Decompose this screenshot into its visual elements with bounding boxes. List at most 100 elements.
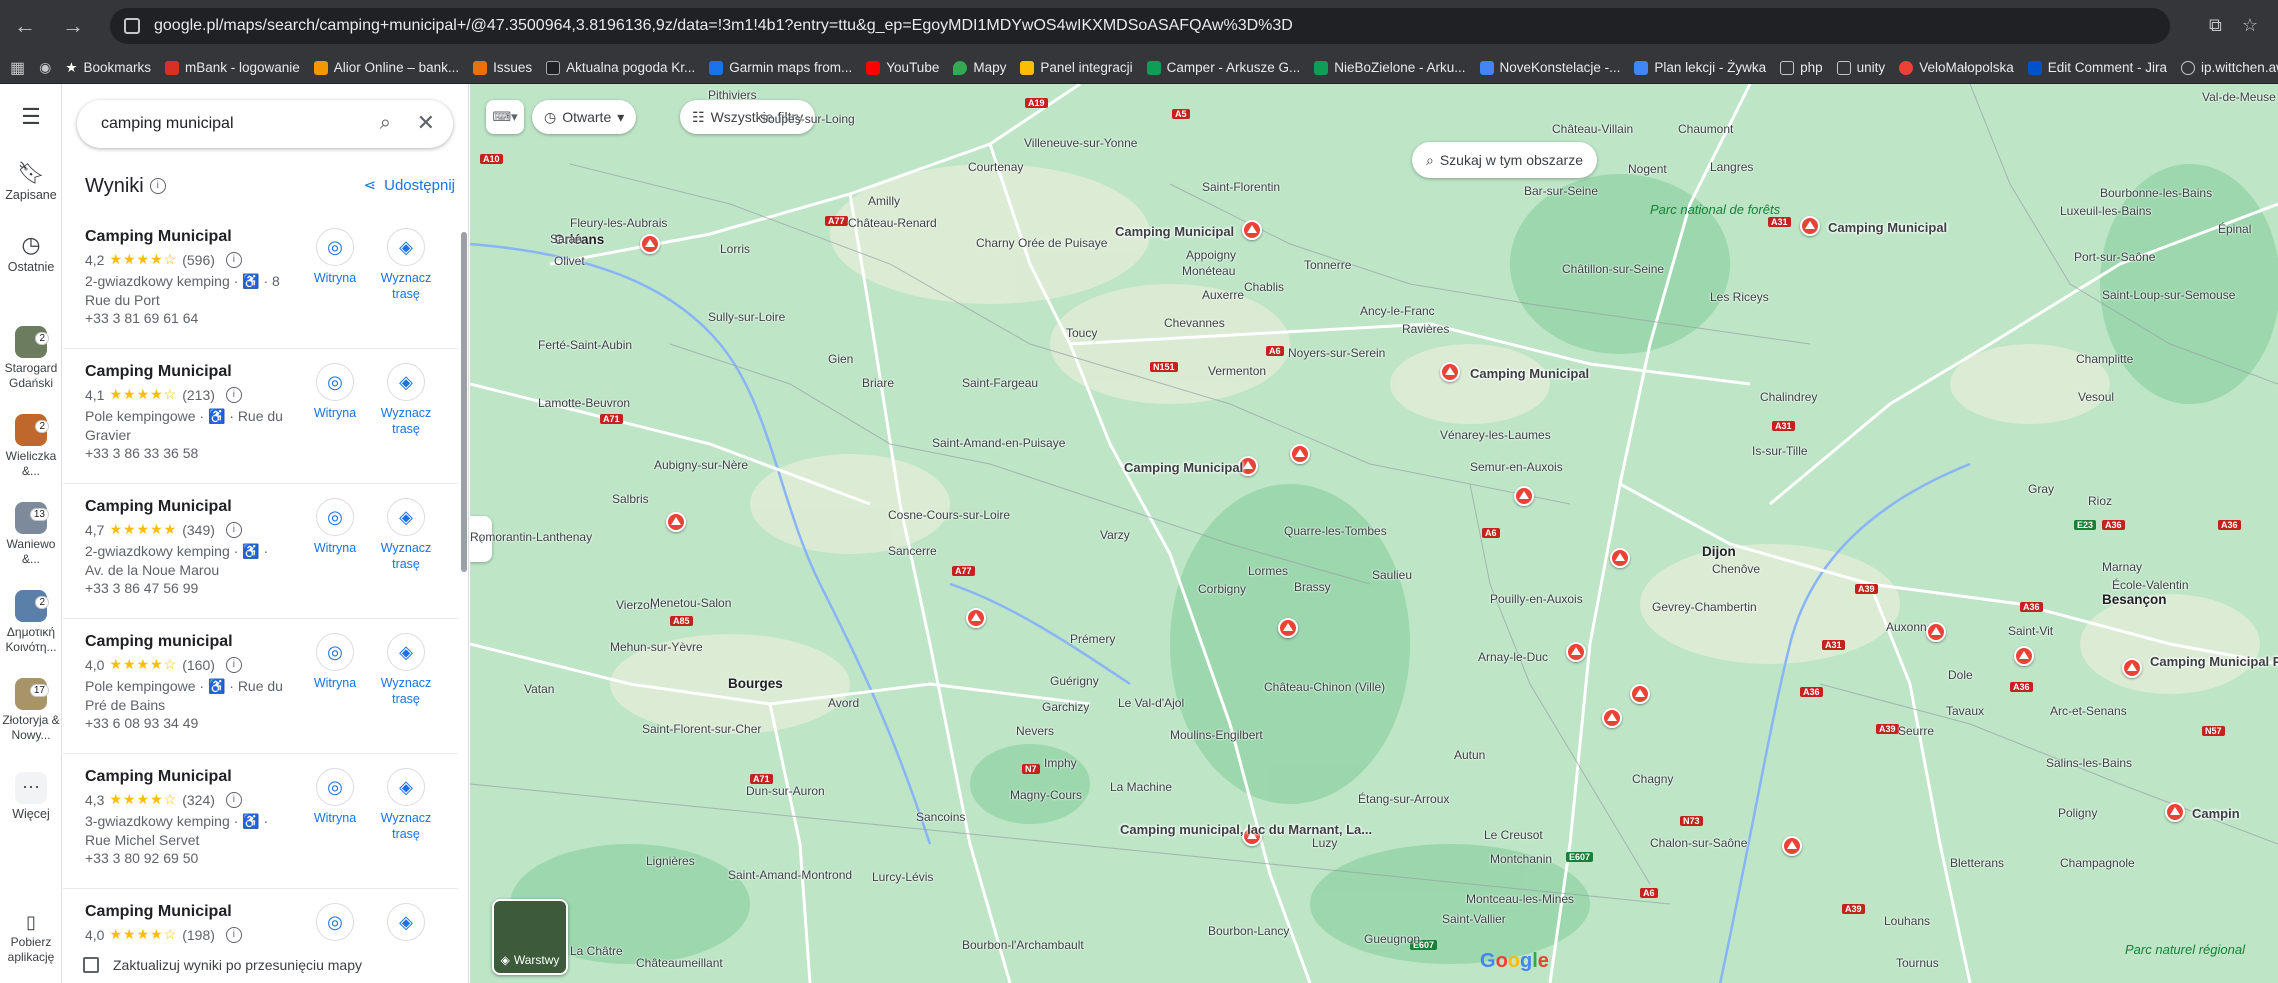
campsite-pin[interactable] [1926,622,1946,642]
result-item[interactable]: Camping Municipal 4,1 ★★★★☆ (213) i Pole kemp… [63,349,458,484]
result-name[interactable]: Camping Municipal [85,768,232,786]
campsite-pin[interactable] [966,608,986,628]
info-icon[interactable]: i [225,251,242,268]
result-name[interactable]: Camping Municipal [85,228,232,246]
recent-place-1[interactable]: 2 Starogard Gdański [0,326,62,391]
menu-icon[interactable]: ☰ [0,104,62,132]
bookmark-item[interactable]: Mapy [953,60,1006,75]
bookmark-item[interactable]: ★ Bookmarks [65,60,151,76]
bookmark-item[interactable]: Camper - Arkusze G... [1146,60,1300,75]
result-rating: 4,3 ★★★★☆ (324) i [85,791,242,808]
campsite-pin[interactable] [1800,216,1820,236]
info-icon[interactable]: i [149,178,166,194]
campsite-pin[interactable] [666,512,686,532]
info-icon[interactable]: i [225,926,242,943]
forward-icon[interactable]: → [56,9,90,43]
campsite-pin[interactable] [2165,802,2185,822]
bookmark-folder[interactable]: php [1780,60,1823,75]
campsite-pin[interactable] [1514,486,1534,506]
campsite-pin[interactable] [1630,684,1650,704]
install-app-icon[interactable]: ⧉ [2209,15,2222,36]
directions-button[interactable]: ◈Wyznacz trasę [376,363,436,437]
city-label: Charny Orée de Puisaye [976,236,1108,250]
bookmark-item[interactable]: Plan lekcji - Żywka [1634,60,1766,75]
result-item[interactable]: Camping Municipal 4,3 ★★★★☆ (324) i 3-gwiazdk… [63,754,458,889]
directions-button[interactable]: ◈Wyznacz trasę [376,633,436,707]
bookmark-item[interactable]: Garmin maps from... [709,60,852,75]
share-button[interactable]: ⋖ Udostępnij [364,176,455,195]
campsite-pin[interactable] [1610,548,1630,568]
campsite-pin[interactable] [1278,618,1298,638]
recent-place-4[interactable]: 2 Δημοτική Κοινότη... [0,590,62,655]
layers-button[interactable]: ◈ Warstwy [492,899,568,975]
recent-place-3[interactable]: 13 Waniewo &... [0,502,62,567]
search-this-area-button[interactable]: ⌕ Szukaj w tym obszarze [1412,142,1598,178]
keyboard-shortcuts-button[interactable]: ⌨▾ [486,100,524,134]
bookmark-item[interactable]: Aktualna pogoda Kr... [546,60,695,75]
bookmark-item[interactable]: Panel integracji [1020,60,1133,75]
bookmark-item[interactable]: mBank - logowanie [164,60,300,75]
info-icon[interactable]: i [225,521,242,538]
apps-icon[interactable]: ▦ [10,58,25,78]
bookmark-star-icon[interactable]: ☆ [2242,15,2258,36]
saved-button[interactable]: 🔖︎ Zapisane [0,160,62,202]
campsite-pin[interactable] [1440,362,1460,382]
campsite-pin[interactable] [1566,642,1586,662]
bookmark-item[interactable]: Alior Online – bank... [313,60,459,75]
update-checkbox[interactable] [83,957,99,973]
close-icon[interactable]: ✕ [417,110,435,136]
campsite-pin[interactable] [2014,646,2034,666]
search-input[interactable] [101,115,351,133]
result-item[interactable]: Camping Municipal 4,7 ★★★★★ (349) i 2-gwiazdk… [63,484,458,619]
website-button[interactable]: ◎Witryna [305,363,365,421]
bookmark-item[interactable]: NieBoZielone - Arku... [1314,60,1466,75]
recent-place-2[interactable]: 2 Wieliczka &... [0,414,62,479]
result-name[interactable]: Camping municipal [85,633,233,651]
bookmark-folder[interactable]: unity [1836,60,1885,75]
directions-button[interactable]: ◈Wyznacz trasę [376,768,436,842]
city-label: Dijon [1702,544,1736,559]
site-info-icon[interactable] [124,18,140,34]
result-item[interactable]: Camping Municipal 4,2 ★★★★☆ (596) i 2-gwiazdk… [63,214,458,349]
bookmark-item[interactable]: Issues [473,60,532,75]
back-icon[interactable]: ← [8,9,42,43]
search-icon[interactable]: ⌕ [380,112,391,135]
chrome-icon[interactable]: ◉ [39,59,51,76]
website-button[interactable]: ◎Witryna [305,768,365,826]
directions-button[interactable]: ◈Wyznacz trasę [376,498,436,572]
result-name[interactable]: Camping Municipal [85,363,232,381]
update-results-toggle[interactable]: Zaktualizuj wyniki po przesunięciu mapy [63,947,458,983]
campsite-pin[interactable] [1602,708,1622,728]
directions-button[interactable]: ◈Wyznacz trasę [376,228,436,302]
search-box[interactable]: ⌕ ✕ [77,100,453,148]
bookmark-item[interactable]: ip.wittchen.awoznia... [2181,60,2278,75]
website-button[interactable]: ◎Witryna [305,498,365,556]
bookmark-item[interactable]: Edit Comment - Jira [2027,60,2167,75]
bookmark-item[interactable]: VeloMałopolska [1899,60,2014,75]
campsite-pin[interactable] [1242,220,1262,240]
bookmark-item[interactable]: NoveKonstelacje -... [1479,60,1620,75]
info-icon[interactable]: i [225,386,242,403]
recent-place-5[interactable]: 17 Złotoryja & Nowy... [0,678,62,743]
map-canvas[interactable]: ‹ ⌨▾ ◷ Otwarte ▾ ☷ Wszystkie filtry ⌕ Sz… [470,84,2278,983]
results-scrollbar[interactable] [461,232,467,572]
result-item[interactable]: Camping municipal 4,0 ★★★★☆ (160) i Pole kemp… [63,619,458,754]
campsite-pin[interactable] [1782,836,1802,856]
get-app-button[interactable]: ▯ Pobierz aplikację [0,912,62,965]
info-icon[interactable]: i [225,791,242,808]
bookmark-item[interactable]: YouTube [866,60,939,75]
campsite-pin[interactable] [1290,444,1310,464]
campsite-pin[interactable] [640,234,660,254]
address-bar[interactable]: google.pl/maps/search/camping+municipal+… [110,8,2170,44]
result-name[interactable]: Camping Municipal [85,498,232,516]
more-button[interactable]: ··· Więcej [0,772,62,821]
info-icon[interactable]: i [225,656,242,673]
open-now-chip[interactable]: ◷ Otwarte ▾ [532,100,637,134]
website-button[interactable]: ◎Witryna [305,633,365,691]
campsite-pin[interactable] [2122,658,2142,678]
result-rating: 4,0 ★★★★☆ (160) i [85,656,242,673]
result-name[interactable]: Camping Municipal [85,903,232,921]
website-button[interactable]: ◎Witryna [305,228,365,286]
rating-stars: ★★★★☆ [109,251,178,267]
recent-button[interactable]: ◷ Ostatnie [0,232,62,274]
